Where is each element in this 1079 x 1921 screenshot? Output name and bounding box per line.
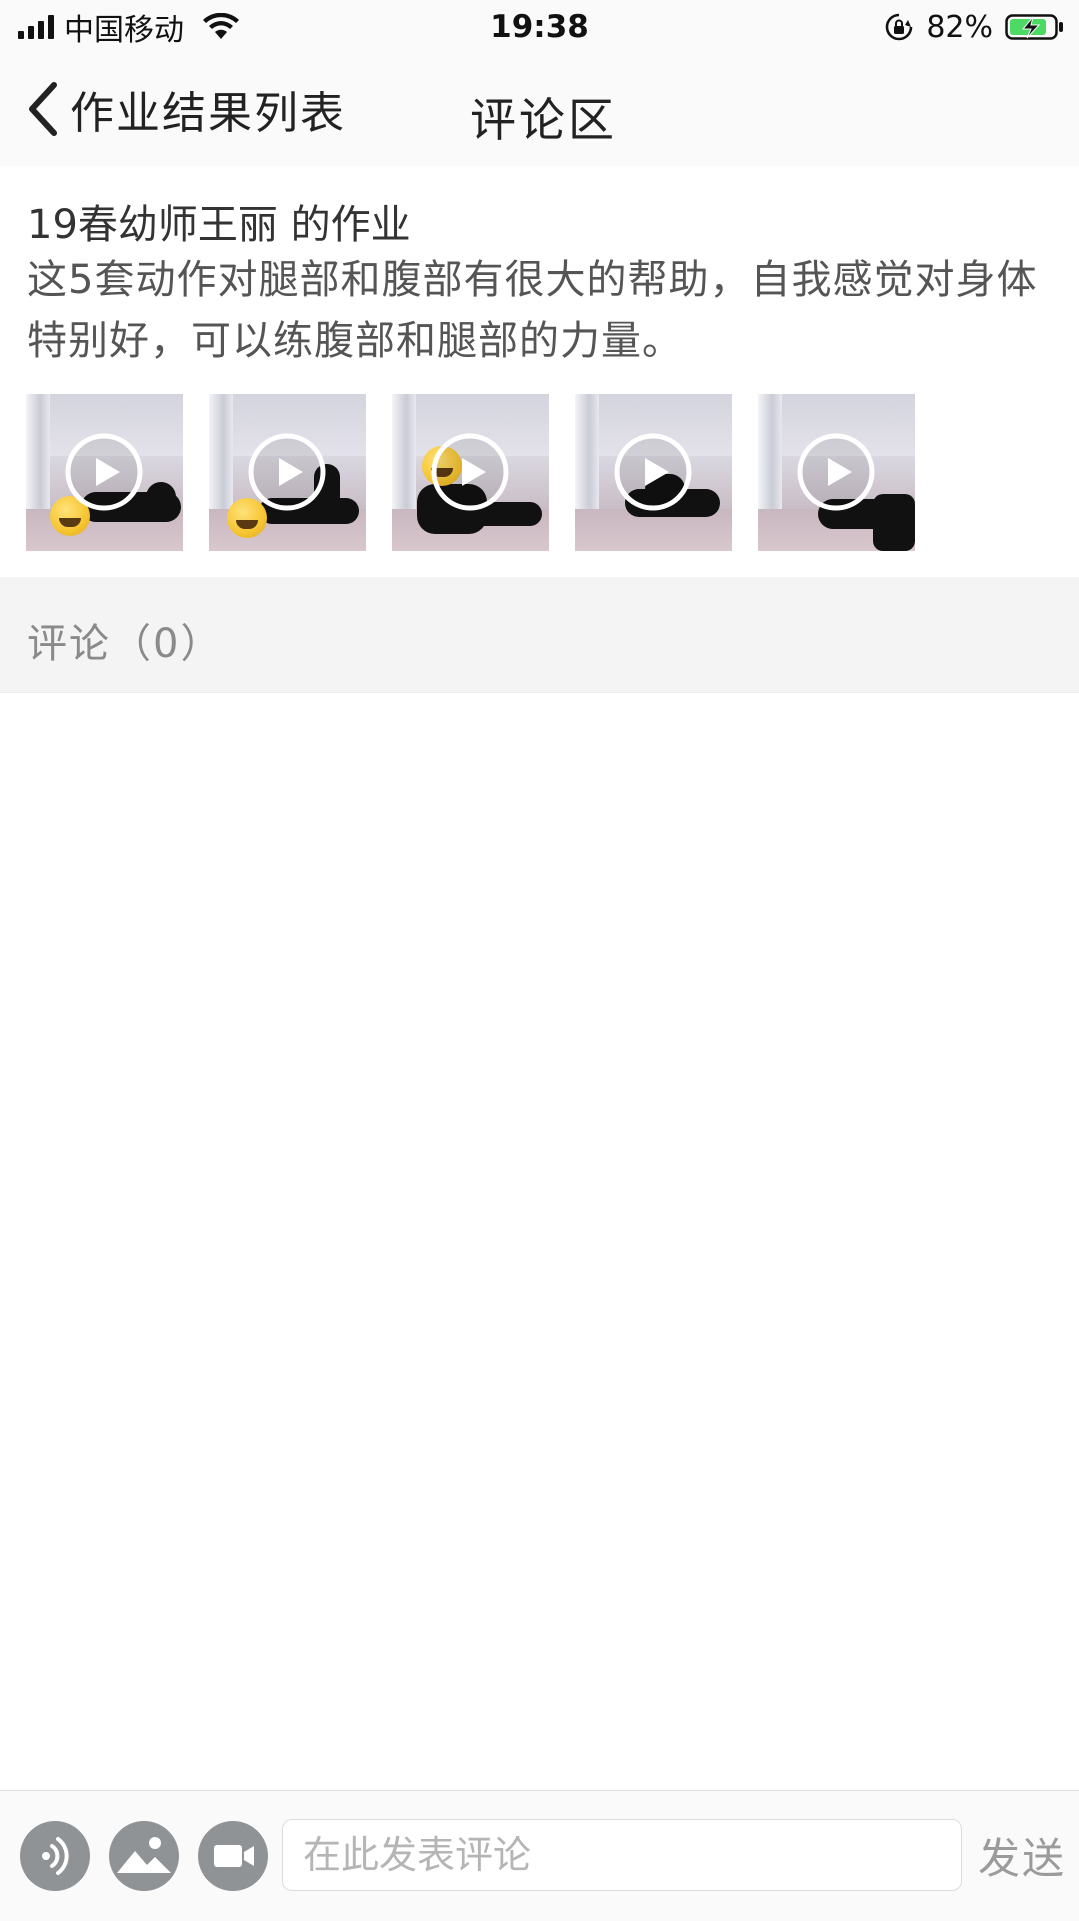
video-thumbnail-5[interactable] [758,394,915,551]
battery-charging-icon [1005,14,1063,40]
voice-icon [42,1837,69,1875]
voice-button[interactable] [20,1821,90,1891]
video-button[interactable] [198,1821,268,1891]
video-thumbnail-1[interactable] [26,394,183,551]
video-thumbnail-3[interactable] [392,394,549,551]
play-icon [248,433,326,511]
back-button[interactable]: 作业结果列表 [26,74,346,144]
status-right-group: 82% [884,8,1065,46]
chevron-left-icon [29,82,57,136]
play-icon [65,433,143,511]
comment-composer: 发送 [0,1790,1079,1921]
image-button[interactable] [109,1821,179,1891]
homework-title: 19春幼师王丽 的作业 [27,202,411,248]
video-thumbnail-2[interactable] [209,394,366,551]
play-icon [431,433,509,511]
battery-percent: 82% [926,9,993,45]
comment-section-header: 评论（0） [0,577,1079,693]
comment-count-label: 评论（0） [27,621,223,667]
video-thumbnail-4[interactable] [575,394,732,551]
status-bar: 中国移动 19:38 82% [0,0,1079,54]
send-button[interactable]: 发送 [978,1825,1066,1886]
navigation-bar: 作业结果列表 评论区 [0,54,1079,166]
page-title: 评论区 [470,93,617,147]
image-icon [117,1837,171,1873]
back-label: 作业结果列表 [70,88,346,139]
play-icon [797,433,875,511]
video-camera-icon [214,1845,254,1867]
homework-description: 这5套动作对腿部和腹部有很大的帮助，自我感觉对身体特别好，可以练腹部和腿部的力量… [27,257,1038,364]
play-icon [614,433,692,511]
comment-input[interactable] [282,1819,962,1891]
orientation-lock-icon [886,13,913,41]
